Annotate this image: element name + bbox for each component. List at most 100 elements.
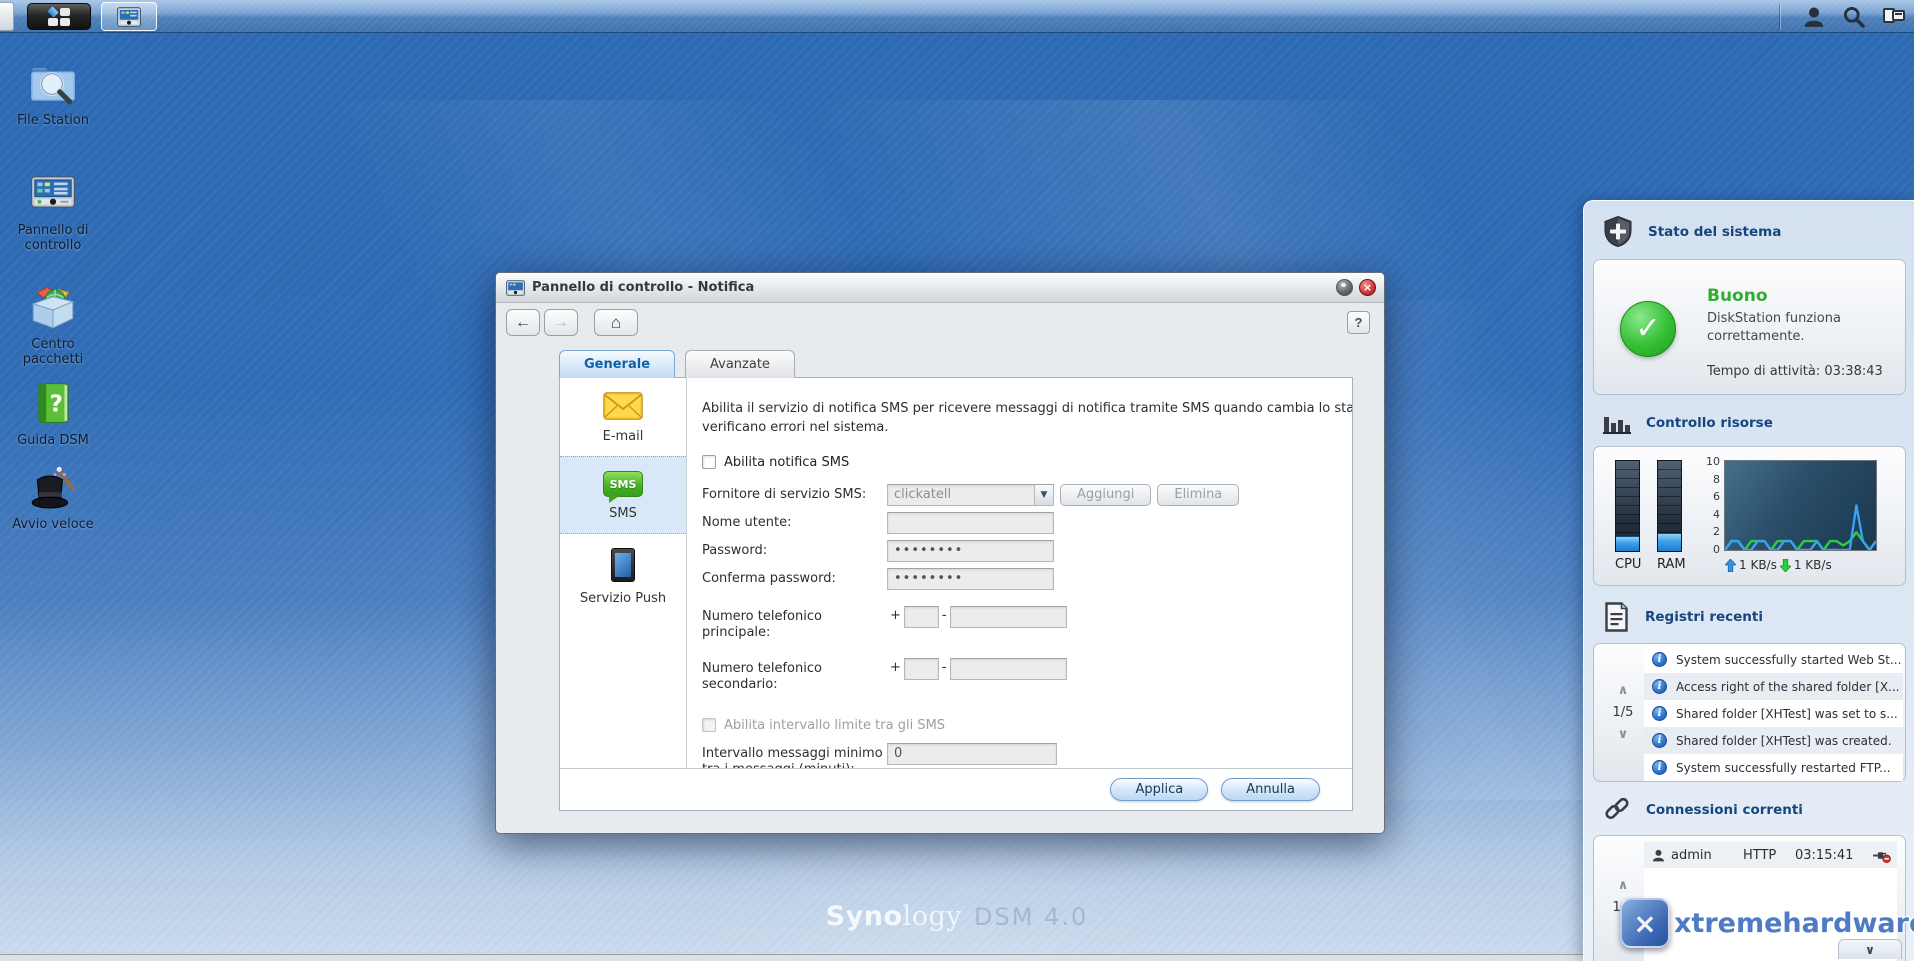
recent-logs-list: i System successfully started Web St... i A… — [1644, 646, 1903, 781]
connection-user: admin — [1671, 847, 1712, 863]
apply-button[interactable]: Applica — [1110, 778, 1209, 801]
phone-prefix: + — [890, 660, 901, 676]
nav-item-label: Servizio Push — [579, 591, 667, 606]
nav-item-push-service[interactable]: Servizio Push — [560, 534, 686, 618]
ram-meter — [1657, 460, 1682, 552]
show-desktop-button[interactable] — [0, 2, 14, 31]
window-titlebar[interactable]: Pannello di controllo - Notifica × — [496, 273, 1384, 303]
info-icon: i — [1652, 706, 1667, 721]
connection-row[interactable]: admin HTTP 03:15:41 — [1644, 842, 1897, 868]
provider-value: clickatell — [894, 487, 952, 503]
tab-generale[interactable]: Generale — [559, 350, 676, 378]
main-menu-button[interactable] — [27, 3, 91, 30]
desktop-icon-control-panel[interactable]: Pannello di controllo — [8, 172, 98, 254]
minimize-button[interactable] — [1336, 279, 1353, 296]
log-text: Shared folder [XHTest] was created. — [1676, 733, 1892, 748]
primary-phone-label: Numero telefonico principale: — [702, 608, 822, 640]
user-menu-button[interactable] — [1794, 3, 1834, 31]
disconnect-icon[interactable] — [1872, 848, 1891, 863]
desktop-icon-package-center[interactable]: Centro pacchetti — [8, 284, 98, 368]
desktop-icon-label: File Station — [16, 113, 90, 128]
desktop-icon-dsm-help[interactable]: ? Guida DSM — [8, 380, 98, 448]
logs-page-up-icon[interactable]: ∧ — [1618, 684, 1629, 697]
axis-tick: 4 — [1713, 507, 1720, 521]
interval-limit-checkbox[interactable] — [702, 718, 716, 733]
control-panel-icon — [117, 6, 141, 27]
primary-phone-number-input[interactable] — [949, 605, 1067, 628]
close-button[interactable]: × — [1359, 279, 1376, 296]
window-panels-icon — [1883, 8, 1905, 25]
primary-phone-code-input[interactable] — [903, 605, 939, 628]
logo-text-light: logy — [902, 901, 963, 932]
log-document-icon — [1605, 602, 1628, 632]
sms-settings-form: Abilita il servizio di notifica SMS per … — [687, 378, 1352, 768]
taskbar-control-panel-button[interactable] — [101, 2, 157, 31]
log-row[interactable]: i Shared folder [XHTest] was set to s... — [1644, 700, 1903, 727]
file-station-icon — [30, 66, 76, 105]
confirm-password-input[interactable] — [887, 567, 1054, 590]
connection-time: 03:15:41 — [1795, 847, 1854, 863]
tab-bar: Generale Avanzate — [559, 350, 795, 378]
axis-tick: 0 — [1713, 542, 1720, 556]
status-ok-icon: ✓ — [1620, 301, 1676, 357]
bar-chart-icon — [1603, 417, 1631, 434]
uptime-text: Tempo di attività: 03:38:43 — [1707, 364, 1883, 379]
search-button[interactable] — [1834, 3, 1874, 31]
forward-button[interactable]: → — [544, 309, 578, 336]
confirm-password-label: Conferma password: — [702, 570, 836, 586]
download-rate: 1 KB/s — [1793, 558, 1832, 572]
pilot-view-button[interactable] — [1874, 3, 1914, 31]
control-panel-icon — [31, 176, 75, 208]
secondary-phone-code-input[interactable] — [903, 658, 939, 681]
back-button[interactable]: ← — [506, 309, 540, 336]
chevron-down-icon: ▼ — [1034, 484, 1053, 505]
password-input[interactable] — [887, 539, 1054, 562]
network-axis: 10 8 6 4 2 0 — [1696, 455, 1720, 556]
magic-hat-icon — [31, 466, 75, 509]
notification-nav: E-mail SMS SMS Servizio Push — [560, 378, 687, 768]
info-icon: i — [1652, 679, 1667, 694]
help-book-icon: ? — [38, 383, 69, 423]
logo-text-bold: Syno — [825, 901, 903, 932]
log-row[interactable]: i Shared folder [XHTest] was created. — [1644, 727, 1903, 754]
person-icon — [1804, 7, 1824, 27]
info-icon: i — [1652, 652, 1667, 667]
log-row[interactable]: i System successfully started Web St... — [1644, 646, 1903, 673]
username-input[interactable] — [887, 511, 1054, 534]
home-button[interactable]: ⌂ — [594, 309, 638, 336]
desktop-icon-quick-start[interactable]: Avvio veloce — [8, 464, 98, 532]
interval-input[interactable] — [887, 742, 1057, 765]
provider-select[interactable]: clickatell ▼ — [887, 483, 1054, 506]
log-row[interactable]: i Access right of the shared folder [X... — [1644, 673, 1903, 700]
add-provider-button[interactable]: Aggiungi — [1060, 483, 1152, 506]
desktop-icon-file-station[interactable]: File Station — [8, 60, 98, 128]
delete-provider-button[interactable]: Elimina — [1157, 483, 1240, 506]
provider-label: Fornitore di servizio SMS: — [702, 486, 867, 502]
download-arrow-icon — [1779, 558, 1791, 572]
info-icon: i — [1652, 760, 1667, 775]
interval-limit-label: Abilita intervallo limite tra gli SMS — [724, 717, 946, 733]
log-row[interactable]: i System successfully restarted FTP... — [1644, 754, 1903, 781]
enable-sms-checkbox[interactable] — [702, 455, 716, 470]
sms-description: Abilita il servizio di notifica SMS per … — [702, 401, 1352, 435]
upload-rate: 1 KB/s — [1739, 558, 1777, 572]
enable-sms-label: Abilita notifica SMS — [724, 454, 850, 470]
cancel-button[interactable]: Annulla — [1221, 778, 1320, 801]
nav-item-sms[interactable]: SMS SMS — [560, 456, 686, 534]
help-button[interactable]: ? — [1347, 311, 1370, 334]
watermark: × xtremehardware.it — [1620, 898, 1914, 948]
secondary-phone-label: Numero telefonico secondario: — [702, 661, 822, 693]
system-status-box: ✓ Buono DiskStation funziona correttamen… — [1593, 259, 1906, 395]
nav-item-email[interactable]: E-mail — [560, 378, 686, 456]
control-panel-icon — [506, 279, 525, 296]
status-value: Buono — [1707, 286, 1768, 306]
network-chart — [1724, 460, 1877, 551]
current-connections-title: Connessioni correnti — [1646, 802, 1803, 818]
logs-pager: 1/5 — [1612, 705, 1634, 720]
secondary-phone-number-input[interactable] — [949, 658, 1067, 681]
connections-page-up-icon[interactable]: ∧ — [1618, 879, 1629, 892]
axis-tick: 6 — [1713, 490, 1720, 504]
logs-page-down-icon[interactable]: ∨ — [1618, 728, 1629, 741]
tab-avanzate[interactable]: Avanzate — [685, 350, 795, 378]
taskbar — [0, 0, 1914, 33]
